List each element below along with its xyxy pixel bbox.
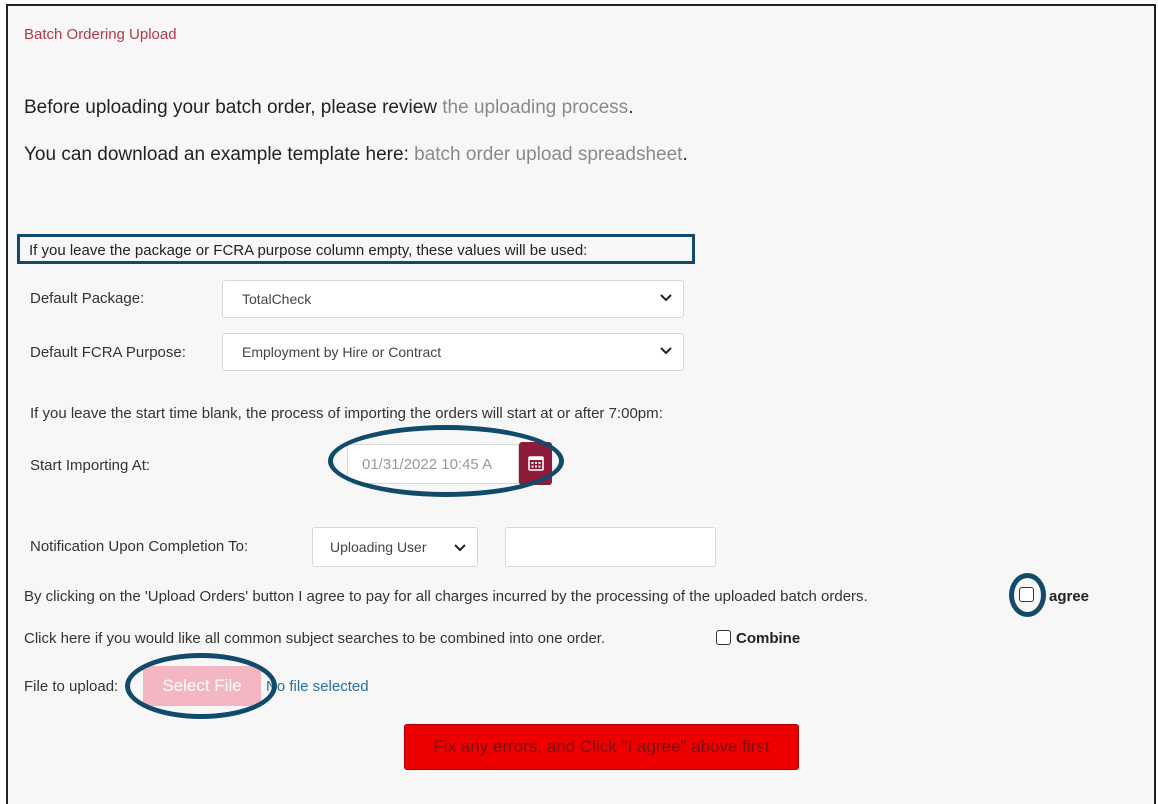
template-instructions: You can download an example template her… [24, 144, 688, 166]
chevron-down-icon [660, 294, 672, 302]
chevron-down-icon [454, 544, 466, 552]
combine-label: Combine [736, 630, 801, 647]
default-package-label: Default Package: [30, 290, 145, 307]
notification-label: Notification Upon Completion To: [30, 538, 249, 555]
default-fcra-purpose-select[interactable]: Employment by Hire or Contract [222, 333, 684, 371]
uploading-process-link[interactable]: the uploading process [442, 97, 628, 118]
start-importing-label: Start Importing At: [30, 457, 151, 474]
file-status: No file selected [266, 678, 369, 695]
review-instructions: Before uploading your batch order, pleas… [24, 97, 633, 119]
defaults-notice: If you leave the package or FCRA purpose… [29, 242, 588, 259]
start-time-notice: If you leave the start time blank, the p… [30, 405, 663, 422]
agreement-text: By clicking on the 'Upload Orders' butto… [24, 588, 868, 605]
default-package-select[interactable]: TotalCheck [222, 280, 684, 318]
notification-email-input[interactable] [505, 527, 716, 567]
default-fcra-purpose-label: Default FCRA Purpose: [30, 344, 186, 361]
template-text: You can download an example template her… [24, 144, 415, 165]
notification-recipient-select[interactable]: Uploading User [312, 527, 478, 567]
review-end: . [628, 97, 634, 118]
agree-highlight-ring [1009, 573, 1046, 617]
template-download-link[interactable]: batch order upload spreadsheet [414, 144, 682, 165]
combine-checkbox[interactable] [716, 630, 731, 645]
file-highlight-ring [125, 653, 277, 719]
panel-title: Batch Ordering Upload [24, 26, 177, 43]
review-text: Before uploading your batch order, pleas… [24, 97, 443, 118]
start-time-highlight-ring [328, 425, 564, 497]
upload-orders-button[interactable]: Fix any errors, and Click "I agree" abov… [404, 724, 799, 770]
defaults-notice-highlight: If you leave the package or FCRA purpose… [17, 234, 695, 264]
notification-recipient-value: Uploading User [330, 539, 427, 555]
default-package-value: TotalCheck [242, 291, 312, 307]
agree-label: agree [1049, 588, 1090, 605]
file-upload-label: File to upload: [24, 678, 119, 695]
template-end: . [682, 144, 688, 165]
combine-text: Click here if you would like all common … [24, 630, 606, 647]
chevron-down-icon [660, 347, 672, 355]
default-fcra-purpose-value: Employment by Hire or Contract [242, 344, 442, 360]
